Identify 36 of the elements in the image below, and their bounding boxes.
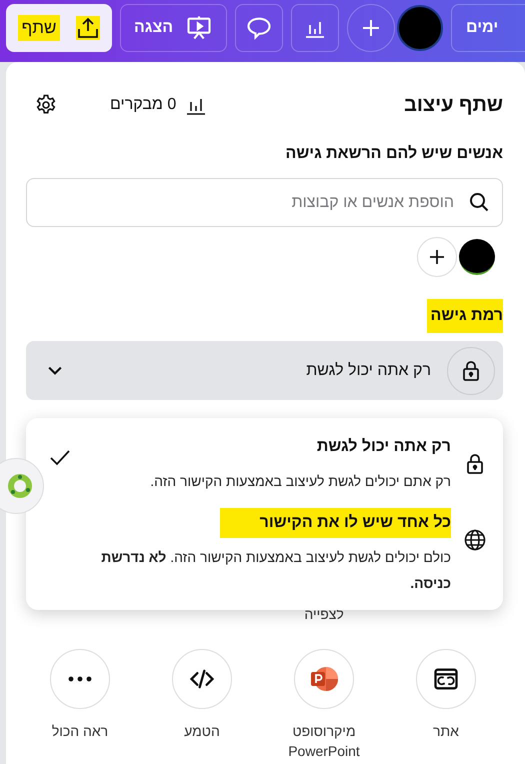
share-button[interactable]: שתף xyxy=(6,4,112,52)
upload-icon xyxy=(76,16,100,40)
search-field[interactable]: הוספת אנשים או קבוצות xyxy=(26,178,503,227)
add-collaborator-button[interactable] xyxy=(347,4,395,52)
presentation-icon xyxy=(185,14,214,42)
panel-title: שתף עיצוב xyxy=(404,93,503,118)
access-option[interactable]: רק אתה יכול לגשת רק אתם יכולים לגשת לעיצוב באמצעות הקישור הזה. xyxy=(48,432,487,494)
share-option-button[interactable]: ראה הכול xyxy=(19,649,141,761)
access-level-dropdown[interactable]: רק אתה יכול לגשת xyxy=(26,341,503,400)
share-option-button[interactable]: מיקרוסופט PowerPoint xyxy=(263,649,385,761)
present-button[interactable]: הצגה xyxy=(120,4,227,52)
insights-button[interactable] xyxy=(291,4,339,52)
share-option-button[interactable]: אתר xyxy=(385,649,507,761)
trial-days-button[interactable]: ימים xyxy=(451,4,525,52)
plus-icon xyxy=(361,18,381,38)
search-icon xyxy=(467,190,491,214)
share-option-label: לצפייה xyxy=(303,605,345,624)
avatar xyxy=(459,239,495,275)
comment-button[interactable] xyxy=(235,4,283,52)
option-description: רק אתם יכולים לגשת לעיצוב באמצעות הקישור הזה. xyxy=(149,472,451,491)
more-icon xyxy=(68,675,92,683)
option-title: רק אתה יכול לגשת xyxy=(316,437,451,457)
access-level-heading: רמת גישה xyxy=(426,299,503,333)
ring-icon xyxy=(7,473,33,499)
visitor-count: 0 מבקרים xyxy=(110,95,176,115)
avatar[interactable] xyxy=(397,5,443,51)
plus-icon xyxy=(429,249,445,265)
globe-icon xyxy=(463,528,487,552)
option-title: כל אחד שיש לו את הקישור xyxy=(220,508,451,538)
chevron-down-icon xyxy=(48,366,62,375)
share-label: שתף xyxy=(18,15,60,41)
option-description: כולם יכולים לגשת לעיצוב באמצעות הקישור הזה. לא נדרשת כניסה. xyxy=(100,548,451,593)
access-option[interactable]: כל אחד שיש לו את הקישור כולם יכולים לגשת לעיצוב באמצעות הקישור הזה. לא נדרשת כניסה. xyxy=(48,508,487,596)
add-person-button[interactable] xyxy=(417,237,457,277)
people-heading: אנשים שיש להם הרשאת גישה xyxy=(284,144,503,164)
share-option-button[interactable]: הטמע xyxy=(141,649,263,761)
